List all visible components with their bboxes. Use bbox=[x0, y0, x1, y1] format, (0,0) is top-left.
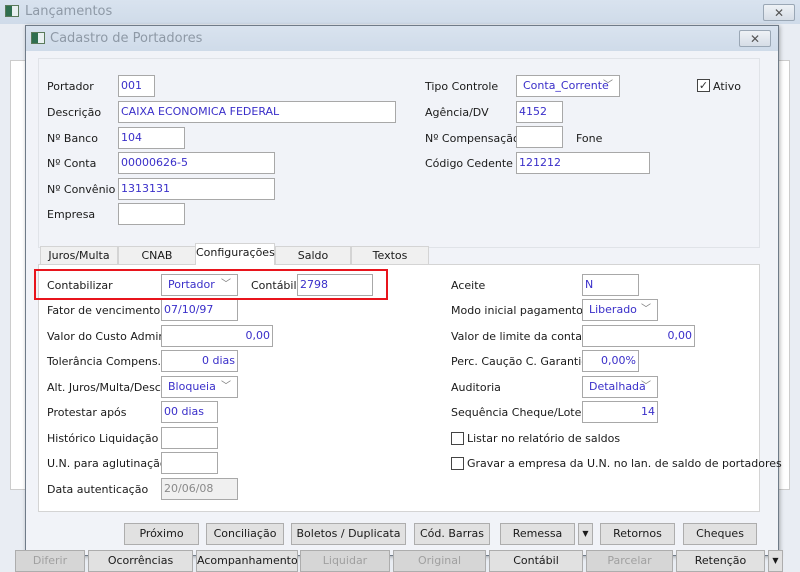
tolerancia-label: Tolerância Compens. bbox=[47, 355, 162, 368]
liquidar-button[interactable]: Liquidar bbox=[300, 550, 390, 572]
highlight-box bbox=[34, 269, 388, 300]
outer-close-button[interactable]: ✕ bbox=[763, 4, 795, 21]
aceite-input[interactable]: N bbox=[582, 274, 639, 296]
data-aut-label: Data autenticação bbox=[47, 483, 149, 496]
fator-label: Fator de vencimento bbox=[47, 304, 161, 317]
fone-label: Fone bbox=[576, 132, 603, 145]
ocorrencias-button[interactable]: Ocorrências bbox=[88, 550, 193, 572]
ativo-checkbox[interactable]: ✓ bbox=[697, 79, 710, 92]
chevron-down-icon: ﹀ bbox=[641, 381, 651, 392]
dialog-title: Cadastro de Portadores bbox=[50, 31, 203, 46]
outer-title: Lançamentos bbox=[25, 4, 113, 19]
tab-textos[interactable]: Textos bbox=[351, 246, 429, 265]
sequencia-label: Sequência Cheque/Lote bbox=[451, 406, 582, 419]
gravar-checkbox[interactable] bbox=[451, 457, 464, 470]
caucao-label: Perc. Caução C. Garantida bbox=[451, 355, 596, 368]
auditoria-label: Auditoria bbox=[451, 381, 501, 394]
tab-juros-multa[interactable]: Juros/Multa bbox=[40, 246, 118, 265]
boletos-button[interactable]: Boletos / Duplicata bbox=[291, 523, 406, 545]
auditoria-select[interactable]: Detalhada ﹀ bbox=[582, 376, 658, 398]
agencia-label: Agência/DV bbox=[425, 106, 489, 119]
compensacao-label: Nº Compensação bbox=[425, 132, 520, 145]
dialog-close-button[interactable]: ✕ bbox=[739, 30, 771, 47]
retencao-button[interactable]: Retenção bbox=[676, 550, 765, 572]
contabil-button[interactable]: Contábil bbox=[489, 550, 583, 572]
conciliacao-button[interactable]: Conciliação bbox=[206, 523, 284, 545]
cedente-input[interactable]: 121212 bbox=[516, 152, 650, 174]
tipo-controle-select[interactable]: Conta_Corrente ﹀ bbox=[516, 75, 620, 97]
protestar-input[interactable]: 00 dias bbox=[161, 401, 218, 423]
app-icon bbox=[5, 5, 19, 17]
chevron-down-icon: ﹀ bbox=[603, 80, 613, 91]
chevron-down-icon: ﹀ bbox=[221, 381, 231, 392]
retornos-button[interactable]: Retornos bbox=[600, 523, 675, 545]
gravar-label: Gravar a empresa da U.N. no lan. de sald… bbox=[467, 457, 782, 470]
remessa-button[interactable]: Remessa bbox=[500, 523, 575, 545]
cedente-label: Código Cedente bbox=[425, 157, 513, 170]
ativo-label: Ativo bbox=[713, 80, 741, 93]
alt-juros-value: Bloqueia bbox=[168, 380, 216, 393]
conta-label: Nº Conta bbox=[47, 157, 97, 170]
descricao-input[interactable]: CAIXA ECONOMICA FEDERAL bbox=[118, 101, 396, 123]
tab-configuracoes[interactable]: Configurações bbox=[195, 243, 275, 265]
fator-input[interactable]: 07/10/97 bbox=[161, 299, 238, 321]
outer-dropdown-icon[interactable]: ▼ bbox=[768, 550, 783, 572]
original-button[interactable]: Original bbox=[393, 550, 486, 572]
chevron-down-icon: ﹀ bbox=[641, 304, 651, 315]
historico-input[interactable] bbox=[161, 427, 218, 449]
diferir-button[interactable]: Diferir bbox=[15, 550, 85, 572]
convenio-label: Nº Convênio bbox=[47, 183, 116, 196]
empresa-input[interactable] bbox=[118, 203, 185, 225]
remessa-dropdown-icon[interactable]: ▼ bbox=[578, 523, 593, 545]
modo-select[interactable]: Liberado ﹀ bbox=[582, 299, 658, 321]
cod-barras-button[interactable]: Cód. Barras bbox=[414, 523, 490, 545]
tipo-controle-label: Tipo Controle bbox=[425, 80, 499, 93]
alt-juros-label: Alt. Juros/Multa/Desc. bbox=[47, 381, 165, 394]
historico-label: Histórico Liquidação bbox=[47, 432, 159, 445]
sequencia-input[interactable]: 14 bbox=[582, 401, 658, 423]
empresa-label: Empresa bbox=[47, 208, 96, 221]
acompanhamento-button[interactable]: Acompanhamento bbox=[196, 550, 298, 572]
outer-titlebar: Lançamentos ✕ bbox=[0, 0, 800, 24]
tolerancia-input[interactable]: 0 dias bbox=[161, 350, 238, 372]
limite-input[interactable]: 0,00 bbox=[582, 325, 695, 347]
modo-label: Modo inicial pagamentos bbox=[451, 304, 589, 317]
dialog-icon bbox=[31, 32, 45, 44]
auditoria-value: Detalhada bbox=[589, 380, 646, 393]
listar-label: Listar no relatório de saldos bbox=[467, 432, 621, 445]
agencia-input[interactable]: 4152 bbox=[516, 101, 563, 123]
portador-input[interactable]: 001 bbox=[118, 75, 155, 97]
tipo-controle-value: Conta_Corrente bbox=[523, 79, 609, 92]
data-aut-input: 20/06/08 bbox=[161, 478, 238, 500]
un-input[interactable] bbox=[161, 452, 218, 474]
compensacao-input[interactable] bbox=[516, 126, 563, 148]
tab-cnab[interactable]: CNAB bbox=[118, 246, 196, 265]
cheques-button[interactable]: Cheques bbox=[683, 523, 757, 545]
descricao-label: Descrição bbox=[47, 106, 102, 119]
proximo-button[interactable]: Próximo bbox=[124, 523, 199, 545]
tab-saldo[interactable]: Saldo bbox=[275, 246, 351, 265]
limite-label: Valor de limite da conta bbox=[451, 330, 582, 343]
modo-value: Liberado bbox=[589, 303, 637, 316]
custo-label: Valor do Custo Admin. bbox=[47, 330, 169, 343]
banco-input[interactable]: 104 bbox=[118, 127, 185, 149]
aceite-label: Aceite bbox=[451, 279, 486, 292]
portador-label: Portador bbox=[47, 80, 94, 93]
banco-label: Nº Banco bbox=[47, 132, 98, 145]
protestar-label: Protestar após bbox=[47, 406, 127, 419]
un-label: U.N. para aglutinação bbox=[47, 457, 167, 470]
alt-juros-select[interactable]: Bloqueia ﹀ bbox=[161, 376, 238, 398]
dialog-titlebar: Cadastro de Portadores ✕ bbox=[26, 26, 778, 51]
custo-input[interactable]: 0,00 bbox=[161, 325, 273, 347]
caucao-input[interactable]: 0,00% bbox=[582, 350, 639, 372]
listar-checkbox[interactable] bbox=[451, 432, 464, 445]
parcelar-button[interactable]: Parcelar bbox=[586, 550, 673, 572]
convenio-input[interactable]: 1313131 bbox=[118, 178, 275, 200]
conta-input[interactable]: 00000626-5 bbox=[118, 152, 275, 174]
